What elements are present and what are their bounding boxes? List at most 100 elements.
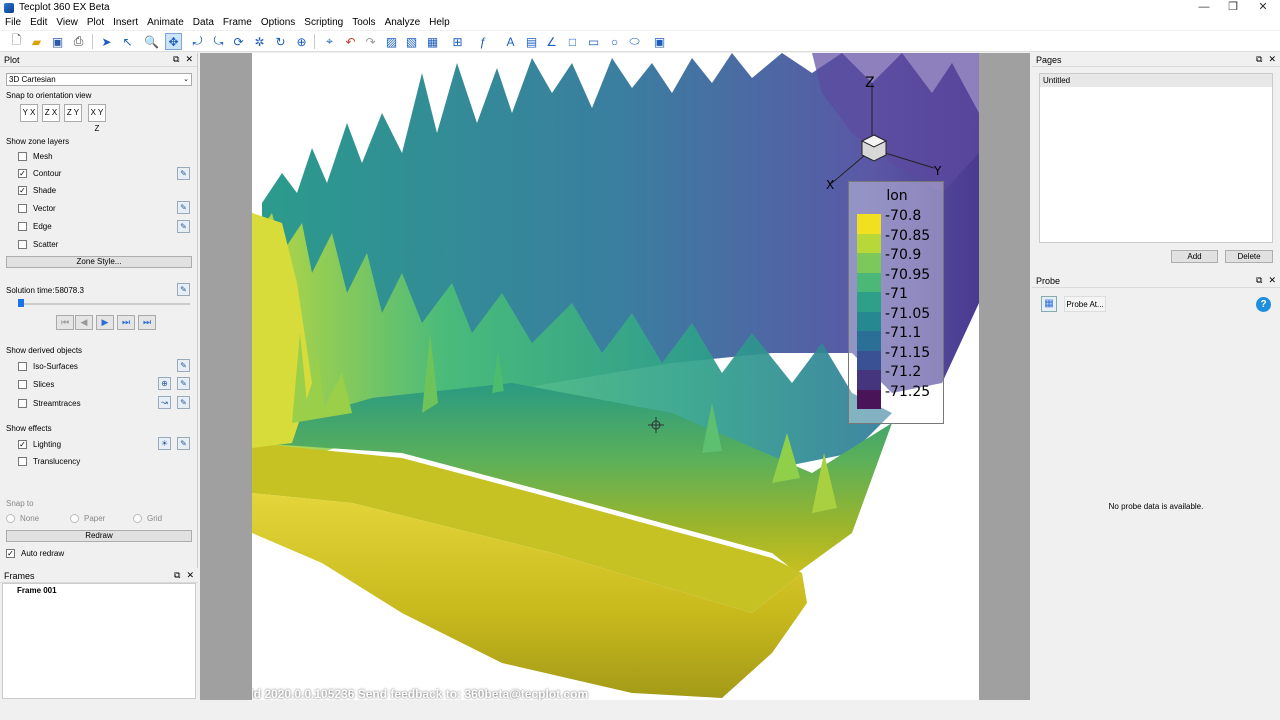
layer-scatter-row[interactable]: Scatter	[18, 238, 58, 250]
orient-xyz-button[interactable]: X Y Z	[88, 104, 106, 133]
menu-view[interactable]: View	[56, 17, 78, 28]
undo-icon[interactable]: ↶	[342, 33, 359, 50]
float-icon[interactable]: ⧉	[1256, 275, 1262, 286]
edge-settings-icon[interactable]: ✎	[177, 220, 190, 233]
roll-icon[interactable]: ↻	[272, 33, 289, 50]
frame-item[interactable]: Frame 001	[3, 584, 195, 595]
square-tool-icon[interactable]: □	[564, 33, 581, 50]
orient-zx-button[interactable]: Z X	[42, 104, 60, 122]
ellipse-tool-icon[interactable]: ⬭	[626, 33, 643, 50]
float-icon[interactable]: ⧉	[173, 54, 179, 65]
lighting-row[interactable]: ✓ Lighting	[18, 438, 61, 450]
circle-tool-icon[interactable]: ○	[606, 33, 623, 50]
zoom-icon[interactable]: 🔍	[143, 33, 160, 50]
layer-vector-row[interactable]: Vector	[18, 202, 56, 214]
iso-surfaces-settings-icon[interactable]: ✎	[177, 359, 190, 372]
menu-plot[interactable]: Plot	[87, 17, 104, 28]
save-icon[interactable]: ▣	[49, 33, 66, 50]
menu-frame[interactable]: Frame	[223, 17, 252, 28]
layer-contour-row[interactable]: ✓ Contour	[18, 167, 61, 179]
help-icon[interactable]: ?	[1256, 297, 1271, 312]
rotate-y-icon[interactable]: ⤿	[210, 33, 227, 50]
menu-animate[interactable]: Animate	[147, 17, 184, 28]
delete-page-button[interactable]: Delete	[1225, 250, 1273, 263]
plot-type-select[interactable]: 3D Cartesian ⌄	[6, 73, 192, 86]
close-panel-icon[interactable]: ✕	[186, 570, 194, 581]
streamtraces-checkbox[interactable]	[18, 398, 27, 408]
auto-redraw-checkbox[interactable]: ✓	[6, 548, 15, 558]
snap-none-radio[interactable]	[6, 513, 15, 523]
equation-icon[interactable]: ƒ	[474, 33, 491, 50]
iso-surfaces-row[interactable]: Iso-Surfaces	[18, 360, 78, 372]
new-file-icon[interactable]: 🗋	[8, 33, 25, 50]
rotate-icon[interactable]: ⟳	[230, 33, 247, 50]
play-icon[interactable]: ▶	[96, 315, 114, 330]
line-tool-icon[interactable]: ∠	[543, 33, 560, 50]
scatter-checkbox[interactable]	[18, 239, 27, 249]
streamtrace-tool-icon[interactable]: ↝	[158, 396, 171, 409]
contour-settings-icon[interactable]: ✎	[177, 167, 190, 180]
vector-settings-icon[interactable]: ✎	[177, 201, 190, 214]
slices-checkbox[interactable]	[18, 379, 27, 389]
twist-icon[interactable]: ✲	[251, 33, 268, 50]
zone-style-button[interactable]: Zone Style...	[6, 256, 192, 268]
streamtraces-settings-icon[interactable]: ✎	[177, 396, 190, 409]
redraw-button[interactable]: Redraw	[6, 530, 192, 542]
slices-row[interactable]: Slices	[18, 378, 54, 390]
adjustor-icon[interactable]: ↖	[119, 33, 136, 50]
edge-checkbox[interactable]	[18, 221, 27, 231]
menu-analyze[interactable]: Analyze	[385, 17, 421, 28]
first-step-icon[interactable]: ⏮	[56, 315, 74, 330]
rotate-x-icon[interactable]: ⤾	[189, 33, 206, 50]
close-panel-icon[interactable]: ✕	[185, 54, 193, 65]
snap-none-option[interactable]: None	[6, 512, 39, 524]
snap-grid-radio[interactable]	[133, 513, 142, 523]
data-table-icon[interactable]: ⊞	[449, 33, 466, 50]
vector-checkbox[interactable]	[18, 203, 27, 213]
grid-icon[interactable]: ▦	[424, 33, 441, 50]
translucency-row[interactable]: Translucency	[18, 455, 80, 467]
close-panel-icon[interactable]: ✕	[1268, 275, 1276, 286]
spherical-rotate-icon[interactable]: ⊕	[293, 33, 310, 50]
layer-edge-row[interactable]: Edge	[18, 220, 52, 232]
contour-icon[interactable]: ▧	[403, 33, 420, 50]
probe-icon[interactable]: ⌖	[321, 33, 338, 50]
previous-step-icon[interactable]: ◀	[75, 315, 93, 330]
streamtraces-row[interactable]: Streamtraces	[18, 397, 81, 409]
menu-file[interactable]: File	[5, 17, 21, 28]
redo-icon[interactable]: ↷	[362, 33, 379, 50]
iso-surfaces-checkbox[interactable]	[18, 361, 27, 371]
translate-icon[interactable]: ✥	[165, 33, 182, 50]
next-step-icon[interactable]: ⏭	[117, 315, 135, 330]
snap-paper-radio[interactable]	[70, 513, 79, 523]
plot-frame[interactable]: Z X Y lon -70.8 -70.85 -70.9 -70.95 -71 -71.0…	[252, 53, 979, 700]
page-item[interactable]: Untitled	[1040, 74, 1272, 87]
rectangle-tool-icon[interactable]: ▭	[585, 33, 602, 50]
close-panel-icon[interactable]: ✕	[1268, 54, 1276, 65]
maximize-button[interactable]: ❐	[1218, 0, 1248, 15]
orient-zy-button[interactable]: Z Y	[64, 104, 82, 122]
frame-tool-icon[interactable]: ▣	[651, 33, 668, 50]
auto-redraw-row[interactable]: ✓ Auto redraw	[6, 547, 64, 559]
light-source-icon[interactable]: ☀	[158, 437, 171, 450]
menu-edit[interactable]: Edit	[30, 17, 47, 28]
slice-tool-icon[interactable]: ⊕	[158, 377, 171, 390]
close-button[interactable]: ✕	[1248, 0, 1278, 15]
shade-checkbox[interactable]: ✓	[18, 185, 27, 195]
print-icon[interactable]: ⎙	[70, 33, 87, 50]
snap-grid-option[interactable]: Grid	[133, 512, 162, 524]
minimize-button[interactable]: —	[1189, 0, 1219, 15]
probe-at-button[interactable]: Probe At...	[1064, 296, 1106, 312]
text-tool-icon[interactable]: A	[502, 33, 519, 50]
mesh-checkbox[interactable]	[18, 151, 27, 161]
float-icon[interactable]: ⧉	[174, 570, 180, 581]
selector-icon[interactable]: ➤	[98, 33, 115, 50]
probe-tool-icon[interactable]: ▦	[1041, 296, 1057, 312]
snap-paper-option[interactable]: Paper	[70, 512, 105, 524]
time-slider-track[interactable]	[20, 303, 190, 305]
orient-yx-button[interactable]: Y X	[20, 104, 38, 122]
lighting-settings-icon[interactable]: ✎	[177, 437, 190, 450]
mesh-icon[interactable]: ▨	[383, 33, 400, 50]
menu-insert[interactable]: Insert	[113, 17, 138, 28]
float-icon[interactable]: ⧉	[1256, 54, 1262, 65]
